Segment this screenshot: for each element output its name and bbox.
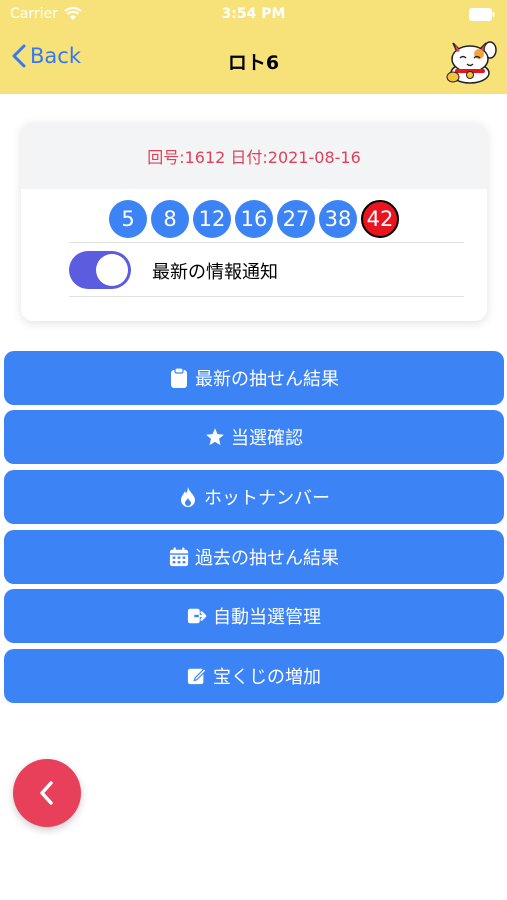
- draw-info-header: 回号:1612 日付:2021-08-16: [21, 123, 487, 189]
- number-ball: 38: [319, 200, 357, 238]
- status-bar: Carrier 3:54 PM: [0, 0, 507, 28]
- winning-numbers: 5 8 12 16 27 38 42: [21, 200, 487, 238]
- number-ball: 8: [151, 200, 189, 238]
- divider: [69, 242, 464, 243]
- past-results-button[interactable]: 過去の抽せん結果: [4, 530, 504, 584]
- star-icon: [205, 426, 225, 448]
- divider: [69, 296, 464, 297]
- notification-label: 最新の情報通知: [152, 262, 278, 283]
- auto-winning-management-button[interactable]: 自動当選管理: [4, 589, 504, 643]
- menu-label: 当選確認: [231, 428, 303, 449]
- menu-label: 自動当選管理: [213, 607, 321, 628]
- check-winning-button[interactable]: 当選確認: [4, 410, 504, 464]
- page-title: ロト6: [227, 52, 280, 74]
- sign-in-icon: [187, 605, 207, 627]
- number-ball: 16: [235, 200, 273, 238]
- hot-numbers-button[interactable]: ホットナンバー: [4, 470, 504, 524]
- add-lottery-button[interactable]: 宝くじの増加: [4, 649, 504, 703]
- menu-label: 最新の抽せん結果: [195, 369, 339, 390]
- menu-label: ホットナンバー: [204, 488, 330, 509]
- menu-label: 過去の抽せん結果: [195, 548, 339, 569]
- floating-back-button[interactable]: [13, 759, 81, 827]
- menu-label: 宝くじの増加: [213, 667, 321, 688]
- header-bar: Carrier 3:54 PM Back ロト6: [0, 0, 507, 94]
- latest-result-card: 回号:1612 日付:2021-08-16 5 8 12 16 27 38 42…: [21, 123, 487, 321]
- status-time: 3:54 PM: [221, 6, 286, 22]
- notification-toggle[interactable]: [69, 251, 131, 289]
- battery-icon: [469, 8, 495, 21]
- number-ball: 5: [109, 200, 147, 238]
- clipboard-icon: [169, 367, 189, 389]
- fire-icon: [178, 486, 198, 508]
- number-ball: 27: [277, 200, 315, 238]
- latest-results-button[interactable]: 最新の抽せん結果: [4, 351, 504, 405]
- draw-info-text: 回号:1612 日付:2021-08-16: [147, 148, 361, 167]
- bonus-number-ball: 42: [361, 200, 399, 238]
- chevron-left-icon: [40, 781, 53, 805]
- maneki-neko-icon: [446, 41, 497, 84]
- edit-icon: [187, 665, 207, 687]
- number-ball: 12: [193, 200, 231, 238]
- toggle-knob: [96, 254, 128, 286]
- calendar-icon: [169, 546, 189, 568]
